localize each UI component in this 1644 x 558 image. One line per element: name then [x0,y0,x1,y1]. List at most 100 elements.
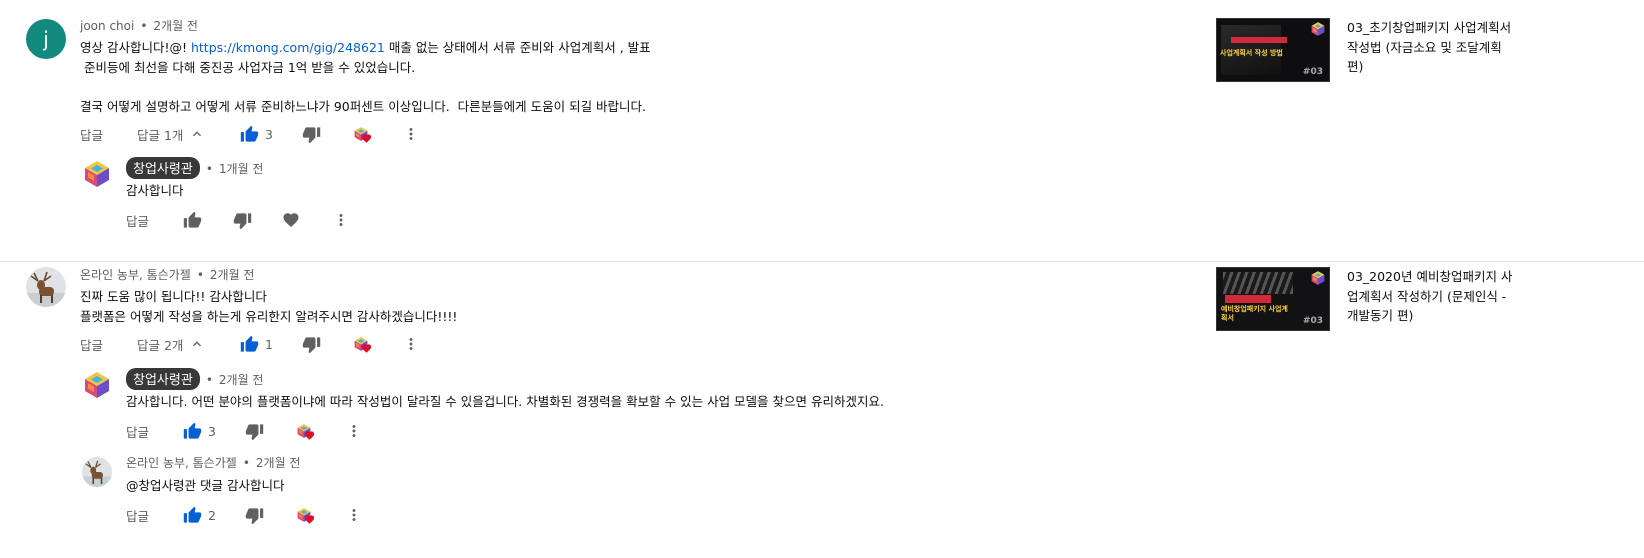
separator-dot: • [242,456,250,470]
creator-heart [296,505,312,525]
comment-text: 진짜 도움 많이 됩니다!! 감사합니다 플랫폼은 어떻게 작성을 하는게 유리… [80,287,457,326]
channel-owner-badge[interactable]: 창업사령관 [126,368,200,390]
thumb-caption: 예비창업패키지 사업계획서 [1221,305,1288,322]
like-button[interactable]: 1 [240,334,273,354]
deer-avatar-icon [82,457,112,487]
thumb-red-bar [1231,37,1287,43]
replies-toggle-label: 답글 2개 [137,337,184,353]
video-title[interactable]: 03_초기창업패키지 사업계획서 작성법 (자금소요 및 조달계획 편) [1347,18,1517,77]
comment-header: 온라인 농부, 톰슨가젤 • 2개월 전 [80,266,254,283]
more-actions-button[interactable] [345,421,363,441]
more-actions-button[interactable] [332,210,350,230]
like-count: 2 [208,507,216,523]
reply-actions: 답글 3 [126,421,366,441]
comment-time[interactable]: 2개월 전 [153,19,198,33]
avatar[interactable] [82,159,112,189]
more-actions-button[interactable] [402,124,420,144]
dislike-button[interactable] [233,210,252,230]
heart-icon [361,343,372,354]
author-name[interactable]: joon choi [80,19,134,33]
comment-time[interactable]: 2개월 전 [210,268,255,282]
comment-link[interactable]: https://kmong.com/gig/248621 [191,40,385,55]
avatar[interactable] [26,267,66,307]
reply-header: 창업사령관 • 1개월 전 [126,157,263,179]
heart-icon [304,514,315,525]
reply-time[interactable]: 2개월 전 [219,373,264,387]
like-button[interactable]: 3 [183,421,216,441]
comment-actions: 답글 답글 1개 3 [80,124,440,144]
comment-line: 결국 어떻게 설명하고 어떻게 서류 준비하느냐가 90퍼센트 이상입니다. 다… [80,98,647,114]
comment-text: 영상 감사합니다!@! https://kmong.com/gig/248621… [80,38,651,116]
comment-header: joon choi • 2개월 전 [80,17,198,34]
dislike-button[interactable] [302,124,321,144]
heart-button[interactable] [282,210,300,230]
comment-actions: 답글 답글 2개 1 [80,334,440,354]
reply-time[interactable]: 2개월 전 [256,456,301,470]
reply-button[interactable]: 답글 [80,124,103,144]
comment-line: 영상 감사합니다!@! https://kmong.com/gig/248621… [80,40,651,55]
heart-icon [361,133,372,144]
replies-toggle[interactable]: 답글 1개 [137,124,205,144]
reply-button[interactable]: 답글 [126,210,149,230]
more-vert-icon [345,506,363,524]
dislike-button[interactable] [302,334,321,354]
like-count: 3 [208,423,216,439]
avatar[interactable] [82,370,112,400]
video-thumbnail[interactable]: 사업계획서 작성 방법 #03 [1216,18,1330,82]
separator-dot: • [205,162,213,176]
author-name[interactable]: 온라인 농부, 톰슨가젤 [126,456,237,470]
more-vert-icon [402,335,420,353]
video-title[interactable]: 03_2020년 예비창업패키지 사업계획서 작성하기 (문제인식 - 개발동기… [1347,267,1517,326]
more-vert-icon [345,422,363,440]
creator-heart [296,421,312,441]
chevron-up-icon [189,126,205,142]
thumb-down-icon [302,335,321,354]
reply-text: @창업사령관 댓글 감사합니다 [126,478,285,493]
reply-actions: 답글 [126,210,366,230]
reply-actions: 답글 2 [126,505,366,525]
like-button[interactable] [183,210,202,230]
thumb-up-icon [240,335,259,354]
like-button[interactable]: 2 [183,505,216,525]
separator-dot: • [140,19,148,33]
more-actions-button[interactable] [402,334,420,354]
like-count: 1 [265,336,273,352]
dislike-button[interactable] [245,505,264,525]
avatar[interactable]: j [26,19,66,59]
thumb-up-icon [183,506,202,525]
more-vert-icon [332,211,350,229]
thumb-caption: 사업계획서 작성 방법 [1220,49,1283,57]
reply-button[interactable]: 답글 [126,505,149,525]
related-video[interactable]: 예비창업패키지 사업계획서 #03 03_2020년 예비창업패키지 사업계획서… [1216,267,1526,333]
comment-thread: j joon choi • 2개월 전 영상 감사합니다!@! https://km… [0,0,1644,262]
avatar[interactable] [82,457,112,487]
more-vert-icon [402,125,420,143]
reply-text: 감사합니다 [126,183,184,198]
channel-owner-badge[interactable]: 창업사령관 [126,157,200,179]
channel-logo-icon [82,370,112,400]
related-video[interactable]: 사업계획서 작성 방법 #03 03_초기창업패키지 사업계획서 작성법 (자금… [1216,18,1526,84]
channel-logo-icon [1310,270,1326,286]
video-thumbnail[interactable]: 예비창업패키지 사업계획서 #03 [1216,267,1330,331]
like-button[interactable]: 3 [240,124,273,144]
reply-time[interactable]: 1개월 전 [219,162,264,176]
deer-avatar-icon [26,267,66,307]
reply-button[interactable]: 답글 [80,334,103,354]
thumb-up-icon [240,125,259,144]
avatar-letter: j [43,27,49,51]
author-name[interactable]: 온라인 농부, 톰슨가젤 [80,268,191,282]
separator-dot: • [205,373,213,387]
reply-header: 창업사령관 • 2개월 전 [126,368,263,390]
thumb-down-icon [245,506,264,525]
reply-button[interactable]: 답글 [126,421,149,441]
more-actions-button[interactable] [345,505,363,525]
dislike-button[interactable] [245,421,264,441]
heart-icon [304,430,315,441]
replies-toggle[interactable]: 답글 2개 [137,334,205,354]
separator-dot: • [196,268,204,282]
thumb-tag: #03 [1302,67,1323,77]
like-count: 3 [265,126,273,142]
thumb-red-bar [1225,295,1271,303]
channel-logo-icon [82,159,112,189]
creator-heart [353,334,369,354]
